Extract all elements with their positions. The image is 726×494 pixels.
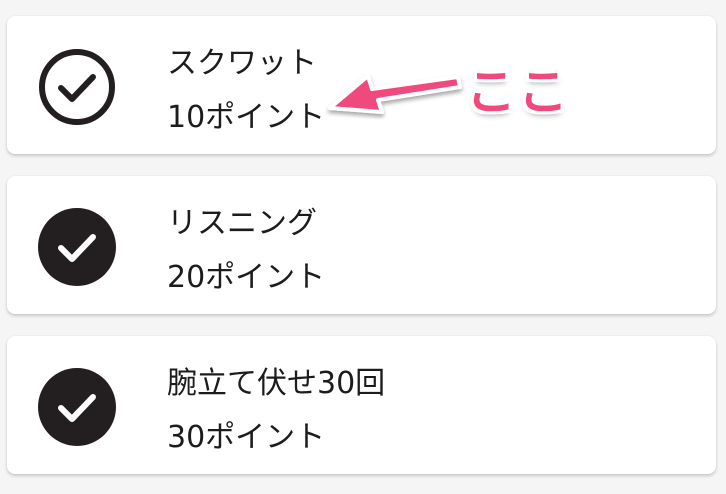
task-card-squat[interactable]: スクワット 10ポイント [7, 16, 716, 154]
task-points: 30ポイント [167, 420, 326, 455]
check-circle-filled-icon[interactable] [37, 207, 117, 287]
task-points: 10ポイント [167, 100, 326, 135]
task-title: 腕立て伏せ30回 [167, 366, 386, 401]
check-circle-filled-icon[interactable] [37, 367, 117, 447]
task-card-pushups[interactable]: 腕立て伏せ30回 30ポイント [7, 336, 716, 474]
task-card-listening[interactable]: リスニング 20ポイント [7, 176, 716, 314]
task-title: リスニング [167, 206, 317, 241]
check-circle-outline-icon[interactable] [37, 47, 117, 127]
annotation-label: ここ [466, 63, 570, 121]
task-points: 20ポイント [167, 260, 326, 295]
task-title: スクワット [167, 46, 317, 81]
